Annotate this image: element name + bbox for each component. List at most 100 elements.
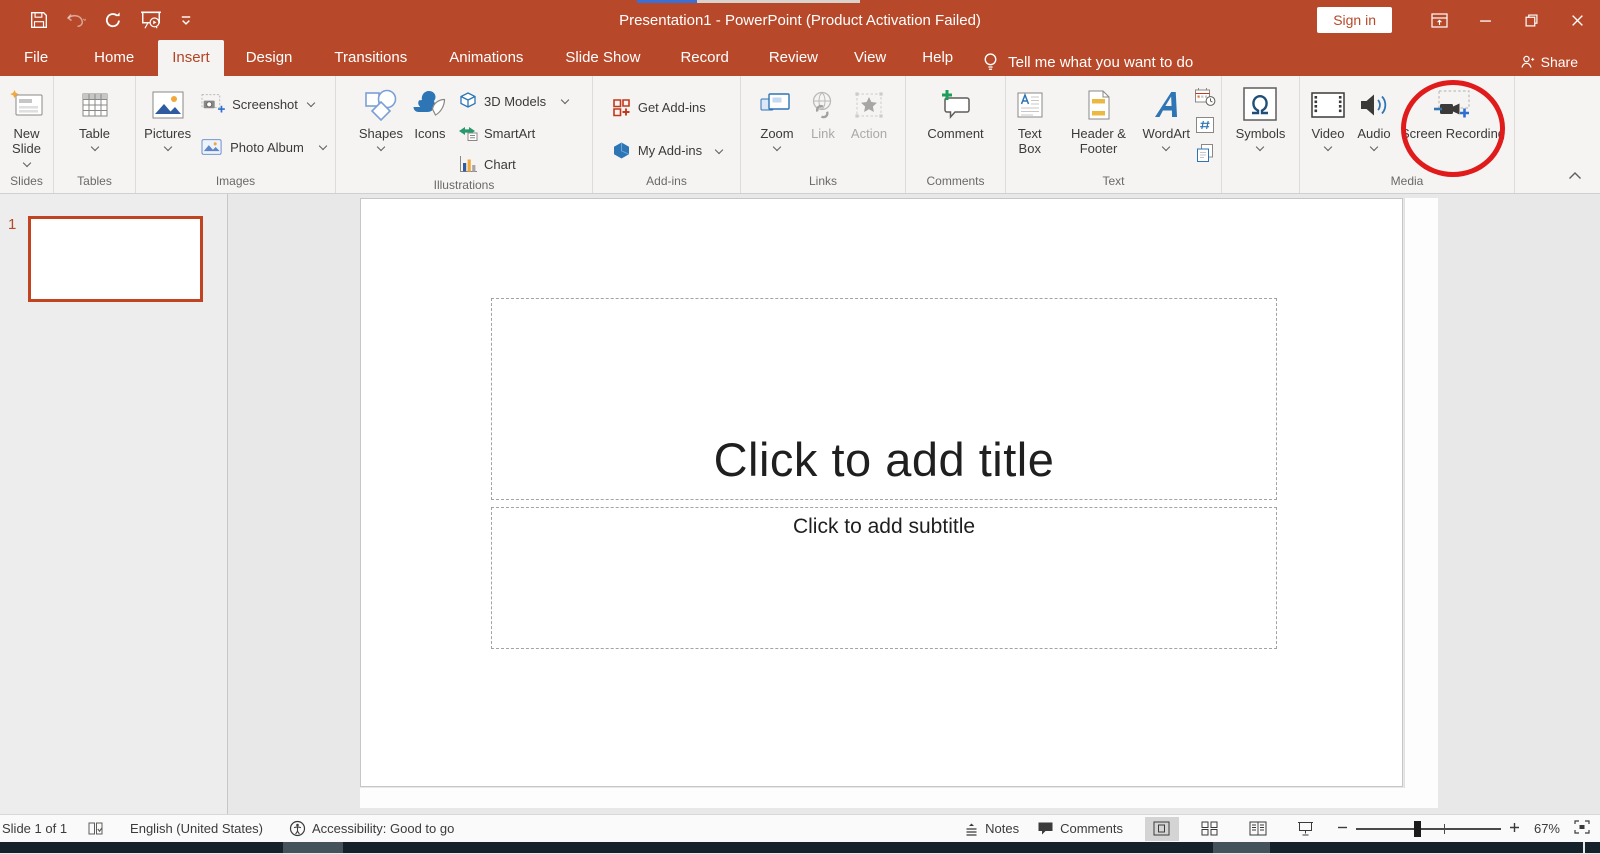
- comment-button[interactable]: Comment: [924, 82, 986, 143]
- tab-record[interactable]: Record: [666, 40, 742, 76]
- my-add-ins-button[interactable]: My Add-ins: [607, 137, 726, 164]
- date-time-button[interactable]: [1193, 86, 1217, 108]
- tab-slide-show[interactable]: Slide Show: [551, 40, 654, 76]
- screenshot-label: Screenshot: [232, 96, 298, 112]
- slide-thumbnail[interactable]: [28, 216, 203, 302]
- taskbar-segment: [1213, 842, 1270, 853]
- minimize-button[interactable]: [1462, 0, 1508, 40]
- 3d-models-button[interactable]: 3D Models: [454, 88, 572, 114]
- tab-design[interactable]: Design: [232, 40, 307, 76]
- quick-access-toolbar: [0, 10, 192, 30]
- fit-slide-to-window-button[interactable]: [1574, 820, 1590, 837]
- object-button[interactable]: [1193, 142, 1217, 164]
- horizontal-scrollbar[interactable]: [360, 788, 1438, 808]
- wordart-button[interactable]: WordArt: [1143, 82, 1190, 152]
- audio-button[interactable]: Audio: [1352, 82, 1396, 152]
- accessibility-button[interactable]: Accessibility: Good to go: [289, 820, 454, 837]
- workspace: 1 Click to add title Click to add subtit…: [0, 194, 1600, 814]
- language-button[interactable]: English (United States): [130, 821, 263, 836]
- smartart-label: SmartArt: [483, 125, 536, 141]
- 3d-models-icon: [460, 92, 476, 108]
- photo-album-icon: [201, 139, 222, 155]
- tab-transitions[interactable]: Transitions: [320, 40, 421, 76]
- share-button[interactable]: Share: [1519, 54, 1600, 76]
- pictures-button[interactable]: Pictures: [141, 82, 194, 152]
- new-slide-button[interactable]: New Slide: [0, 82, 53, 168]
- chart-button[interactable]: Chart: [454, 152, 572, 176]
- ribbon-group-add-ins: Get Add-ins My Add-ins Add-ins: [593, 76, 741, 193]
- get-add-ins-button[interactable]: Get Add-ins: [607, 94, 726, 121]
- zoom-button[interactable]: Zoom: [755, 82, 799, 152]
- slide-number-button[interactable]: [1193, 114, 1217, 136]
- slide-sorter-view-button[interactable]: [1193, 817, 1227, 841]
- customize-quick-access-button[interactable]: [180, 14, 192, 26]
- collapse-ribbon-button[interactable]: [1568, 167, 1582, 185]
- ribbon-display-options-button[interactable]: [1416, 0, 1462, 40]
- tab-help[interactable]: Help: [908, 40, 967, 76]
- omega-symbol-icon: [1241, 84, 1279, 126]
- chevron-down-icon: [90, 143, 99, 152]
- zoom-level[interactable]: 67%: [1534, 821, 1560, 836]
- zoom-in-button[interactable]: [1509, 821, 1520, 836]
- taskbar-segment: [283, 842, 343, 853]
- tab-insert[interactable]: Insert: [158, 40, 224, 76]
- reading-view-button[interactable]: [1241, 817, 1275, 841]
- zoom-slider[interactable]: [1355, 820, 1501, 837]
- slide-number-icon: [1195, 117, 1214, 133]
- header-footer-button[interactable]: Header & Footer: [1056, 82, 1142, 159]
- redo-button[interactable]: [104, 11, 122, 29]
- restore-button[interactable]: [1508, 0, 1554, 40]
- link-label: Link: [811, 126, 835, 141]
- tab-view[interactable]: View: [840, 40, 900, 76]
- video-label: Video: [1311, 126, 1345, 141]
- text-box-button[interactable]: Text Box: [1006, 82, 1054, 159]
- fit-to-window-icon: [1574, 820, 1590, 834]
- tell-me-box[interactable]: Tell me what you want to do: [967, 52, 1203, 76]
- normal-view-button[interactable]: [1144, 816, 1179, 841]
- symbols-label: Symbols: [1235, 126, 1286, 141]
- pictures-label: Pictures: [144, 126, 192, 141]
- smartart-button[interactable]: SmartArt: [454, 121, 572, 145]
- slide-show-view-button[interactable]: [1289, 817, 1323, 841]
- photo-album-button[interactable]: Photo Album: [196, 134, 330, 160]
- ribbon-display-options-icon: [1430, 12, 1448, 28]
- taskbar-sliver: [0, 842, 1600, 853]
- zoom-out-button[interactable]: [1337, 821, 1348, 836]
- comments-toggle[interactable]: Comments: [1037, 821, 1123, 836]
- slide-thumbnail-number: 1: [8, 216, 17, 233]
- slide-indicator: Slide 1 of 1: [2, 821, 68, 836]
- sign-in-button[interactable]: Sign in: [1317, 7, 1392, 33]
- title-placeholder[interactable]: Click to add title: [491, 298, 1277, 500]
- table-button[interactable]: Table: [73, 82, 117, 152]
- tab-review[interactable]: Review: [755, 40, 832, 76]
- plus-icon: [1509, 823, 1519, 832]
- tab-home[interactable]: Home: [80, 40, 148, 76]
- start-presentation-button[interactable]: [140, 10, 162, 30]
- video-button[interactable]: Video: [1306, 82, 1350, 152]
- chevron-down-icon: [714, 145, 724, 154]
- action-label: Action: [850, 126, 888, 141]
- save-icon: [31, 12, 47, 28]
- tab-file[interactable]: File: [10, 40, 62, 76]
- icons-button[interactable]: Icons: [408, 82, 452, 143]
- save-button[interactable]: [30, 11, 48, 29]
- tab-animations[interactable]: Animations: [435, 40, 537, 76]
- screenshot-button[interactable]: Screenshot: [196, 90, 330, 118]
- close-button[interactable]: [1554, 0, 1600, 40]
- zoom-slider-handle[interactable]: [1413, 820, 1421, 837]
- spell-check-button[interactable]: [87, 821, 104, 836]
- zoom-slider-tick: [1443, 823, 1446, 834]
- chevron-down-icon: [560, 95, 570, 105]
- ribbon: New Slide Slides Table Tables Pictures S…: [0, 76, 1600, 194]
- notes-toggle[interactable]: Notes: [964, 821, 1019, 836]
- slide-thumbnail-panel: 1: [0, 194, 228, 814]
- icons-label: Icons: [414, 126, 446, 141]
- link-icon: [807, 84, 839, 126]
- shapes-button[interactable]: Shapes: [356, 82, 406, 152]
- undo-button[interactable]: [66, 12, 86, 28]
- vertical-scrollbar[interactable]: [1404, 198, 1438, 808]
- shapes-icon: [363, 84, 399, 126]
- symbols-button[interactable]: Symbols: [1233, 82, 1289, 152]
- group-label-comments: Comments: [926, 174, 985, 188]
- subtitle-placeholder[interactable]: Click to add subtitle: [491, 507, 1277, 649]
